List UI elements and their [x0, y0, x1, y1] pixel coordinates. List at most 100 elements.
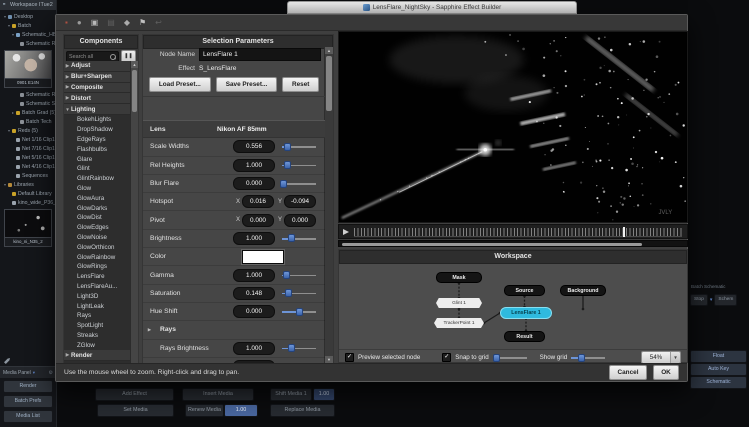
param-value[interactable]: 1.000 [233, 232, 275, 245]
import-icon[interactable]: ▤ [107, 18, 115, 28]
window-titlebar[interactable]: LensFlare_NightSky - Sapphire Effect Bui… [287, 1, 577, 14]
component-item-rays[interactable]: Rays [64, 311, 131, 321]
graph-node-mask[interactable]: Mask [436, 272, 482, 283]
component-item-lightleak[interactable]: LightLeak [64, 301, 131, 311]
scroll-thumb[interactable] [342, 243, 642, 246]
host-button-media-list[interactable]: Media List [3, 410, 53, 423]
slider-handle[interactable] [285, 289, 292, 297]
graph-node-result[interactable]: Result [504, 331, 545, 342]
batch-button-shift-media-1[interactable]: Shift Media 1 [270, 388, 312, 401]
scroll-down-icon[interactable]: ▼ [325, 356, 333, 363]
lens-model-value[interactable]: Nikon AF 85mm [217, 126, 325, 133]
parameter-slider[interactable] [282, 289, 316, 298]
component-item-glint[interactable]: Glint [64, 164, 131, 174]
component-item-glowrings[interactable]: GlowRings [64, 262, 131, 272]
tree-item-desktop[interactable]: ▾Desktop [0, 12, 56, 21]
batch-button-renew-media[interactable]: Renew Media [185, 404, 224, 417]
parameter-slider[interactable] [282, 179, 316, 188]
param-value[interactable]: 0.000 [233, 305, 275, 318]
batch-button-1-00[interactable]: 1.00 [313, 388, 335, 401]
parameter-slider[interactable] [282, 234, 316, 243]
slider-handle[interactable] [493, 354, 500, 362]
component-category-lighting[interactable]: ▼Lighting [64, 104, 131, 115]
slider-handle[interactable] [578, 354, 585, 362]
parameter-slider[interactable] [282, 307, 316, 316]
component-item-glow[interactable]: Glow [64, 184, 131, 194]
timeline-scrollbar[interactable] [338, 240, 688, 247]
param-x-value[interactable]: 0.016 [242, 195, 274, 208]
tree-item-batch[interactable]: ▾Batch [0, 21, 56, 30]
component-item-dropshadow[interactable]: DropShadow [64, 125, 131, 135]
playhead[interactable] [623, 227, 625, 237]
batch-button-insert-media[interactable]: Insert Media [182, 388, 254, 401]
scroll-up-icon[interactable]: ▲ [325, 47, 333, 54]
slider-handle[interactable] [283, 271, 290, 279]
component-item-lensflareau-[interactable]: LensFlareAu... [64, 282, 131, 292]
slider-handle[interactable] [296, 308, 303, 316]
param-value[interactable]: 0.556 [233, 140, 275, 153]
graph-node-background[interactable]: Background [560, 285, 606, 296]
param-value[interactable]: 1.000 [233, 342, 275, 355]
graph-node-source[interactable]: Source [504, 285, 545, 296]
node-name-input[interactable]: LensFlare 1 [199, 48, 321, 61]
param-y-value[interactable]: -0.094 [284, 195, 316, 208]
slider-handle[interactable] [284, 161, 291, 169]
tree-item-schematic-s2[interactable]: Schematic S2 [0, 99, 56, 108]
media-thumbnail[interactable]: kino_ni_N35_2 [4, 209, 52, 247]
save-preset-button[interactable]: Save Preset... [216, 77, 278, 92]
component-item-glare[interactable]: Glare [64, 154, 131, 164]
stop-button[interactable]: Stop [690, 294, 708, 306]
cancel-button[interactable]: Cancel [609, 365, 647, 380]
zoom-slider[interactable] [571, 353, 605, 362]
component-item-light3d[interactable]: Light3D [64, 291, 131, 301]
batch-button-replace-media[interactable]: Replace Media [270, 404, 335, 417]
component-category-blur-sharpen[interactable]: ▶Blur+Sharpen [64, 72, 131, 83]
graph-node-lensflare[interactable]: LensFlare 1 [500, 307, 552, 319]
component-category-adjust[interactable]: ▶Adjust [64, 61, 131, 72]
component-item-flashbulbs[interactable]: Flashbulbs [64, 144, 131, 154]
param-value[interactable]: 1.000 [233, 269, 275, 282]
slider-handle[interactable] [280, 180, 287, 188]
parameter-slider[interactable] [282, 161, 316, 170]
open-preset-icon[interactable]: ▣ [91, 18, 99, 28]
snap-to-grid-checkbox[interactable]: ✓ [442, 353, 451, 362]
tree-item-default-library[interactable]: Default Library [0, 189, 56, 198]
scroll-up-icon[interactable]: ▲ [131, 61, 138, 68]
gear-icon[interactable]: ⚙ [49, 370, 53, 376]
graph-node-glint[interactable]: Glint 1 [436, 298, 482, 308]
batch-button-1-00[interactable]: 1.00 [224, 404, 258, 417]
scroll-thumb[interactable] [326, 56, 332, 111]
tree-item-batch-tech[interactable]: Batch Tech [0, 117, 56, 126]
component-item-zglow[interactable]: ZGlow [64, 340, 131, 350]
node-graph-canvas[interactable]: MaskSourceBackgroundGlint 1LensFlare 1Tr… [339, 264, 687, 349]
batch-button-set-media[interactable]: Set Media [97, 404, 174, 417]
slider-handle[interactable] [288, 344, 295, 352]
preview-viewport[interactable]: JVLY [338, 31, 688, 223]
tree-item-kino-wide-p36-[interactable]: kino_wide_P36_ [0, 198, 56, 207]
grid-size-slider[interactable] [493, 353, 527, 362]
tree-item-batch-grad-5-[interactable]: ▸Batch Grad (5) [0, 108, 56, 117]
component-item-bokehlights[interactable]: BokehLights [64, 115, 131, 125]
component-item-spotlight[interactable]: SpotLight [64, 321, 131, 331]
component-item-glowdist[interactable]: GlowDist [64, 213, 131, 223]
section-arrow-icon[interactable]: ▶ [146, 327, 153, 333]
slider-handle[interactable] [284, 143, 291, 151]
undo-icon[interactable]: ↩ [155, 18, 162, 28]
component-item-gloworthicon[interactable]: GlowOrthicon [64, 242, 131, 252]
host-workspace-header[interactable]: Workspace ITue2 [0, 0, 56, 10]
reset-button[interactable]: Reset [282, 77, 319, 92]
tree-item-reds-5-[interactable]: ▾Reds (5) [0, 126, 56, 135]
timeline-ruler[interactable] [354, 228, 682, 237]
host-button-batch-prefs[interactable]: Batch Prefs [3, 395, 53, 408]
component-item-glownoise[interactable]: GlowNoise [64, 233, 131, 243]
param-value[interactable]: 1.000 [233, 159, 275, 172]
slider-handle[interactable] [288, 234, 295, 242]
play-button[interactable] [343, 229, 349, 235]
component-item-glowrainbow[interactable]: GlowRainbow [64, 252, 131, 262]
tree-item-net-4-16-clip1[interactable]: Net 4/16 Clip1 [0, 162, 56, 171]
tree-item-net-1-16-clip1[interactable]: Net 1/16 Clip1 [0, 135, 56, 144]
host-button-render[interactable]: Render [3, 380, 53, 393]
component-item-streaks[interactable]: Streaks [64, 331, 131, 341]
component-item-glowaura[interactable]: GlowAura [64, 193, 131, 203]
component-item-glowedges[interactable]: GlowEdges [64, 223, 131, 233]
